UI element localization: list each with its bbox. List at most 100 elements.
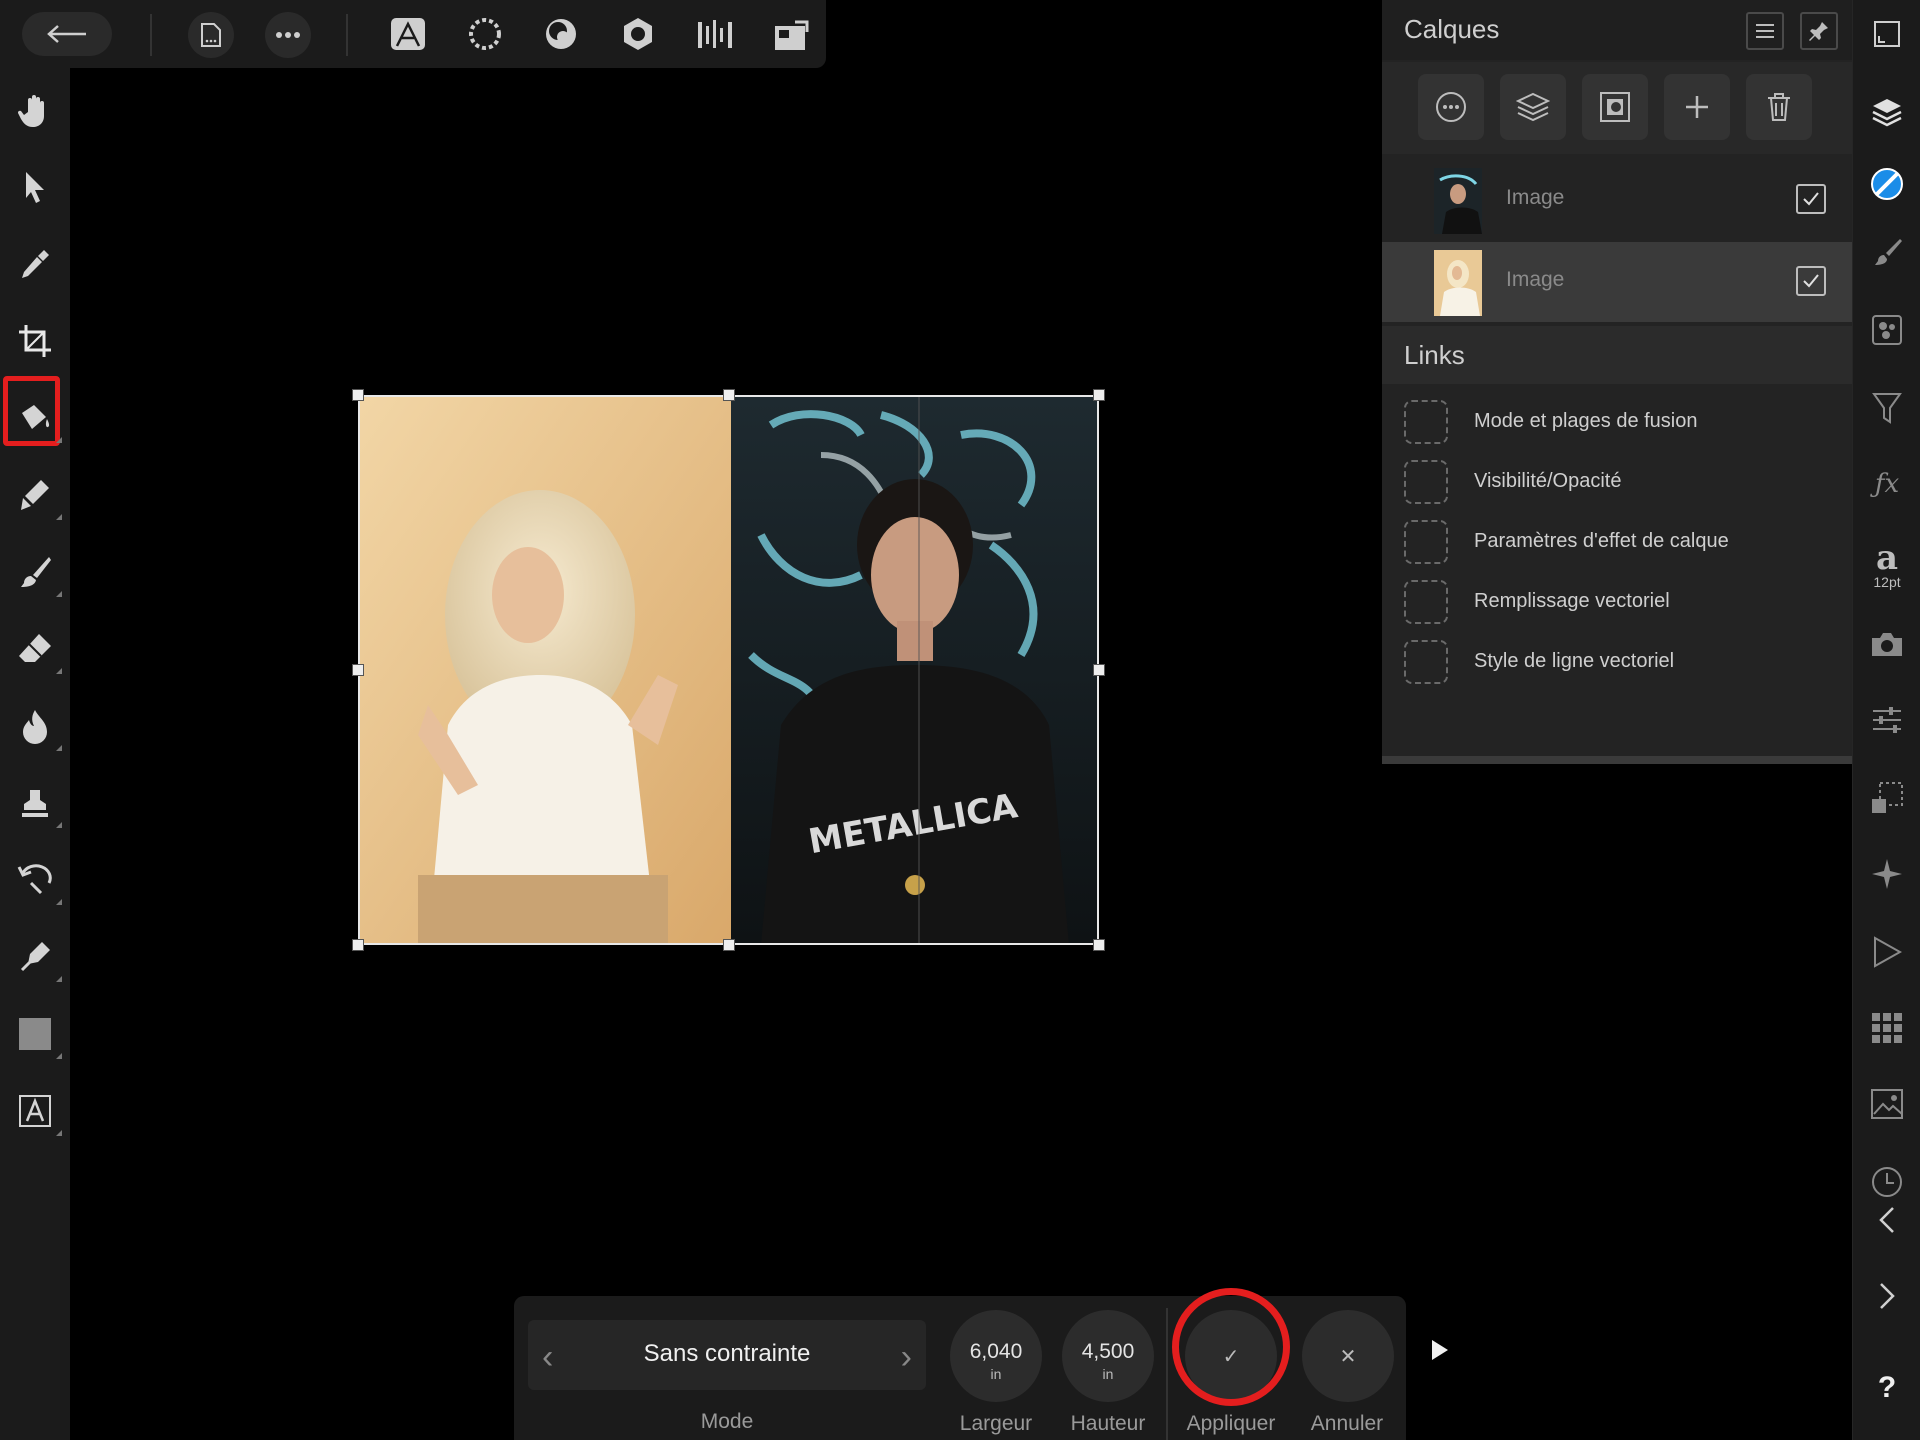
link-toggle[interactable] — [1404, 580, 1448, 624]
mask-layer-button[interactable] — [1582, 74, 1648, 140]
back-button[interactable] — [22, 12, 112, 56]
link-option[interactable]: Remplissage vectoriel — [1404, 578, 1844, 628]
paint-brush-tool[interactable] — [0, 537, 70, 607]
crop-handle-middle-right[interactable] — [1093, 664, 1105, 676]
panel-resize-handle[interactable] — [1382, 756, 1852, 764]
tone-mapping-persona-button[interactable] — [612, 14, 664, 54]
clone-tool[interactable] — [0, 768, 70, 838]
filters-studio-button[interactable] — [1853, 378, 1920, 438]
layer-thumbnail — [1434, 168, 1482, 234]
artistic-text-tool[interactable] — [0, 1076, 70, 1146]
text-styles-studio-button[interactable]: a 12pt — [1853, 530, 1920, 602]
mask-icon — [1600, 92, 1630, 122]
play-icon — [1432, 1340, 1448, 1360]
mode-label: Mode — [700, 1410, 754, 1433]
flood-fill-tool[interactable] — [0, 383, 70, 453]
link-option[interactable]: Mode et plages de fusion — [1404, 398, 1844, 448]
crop-context-toolbar: ‹ Sans contrainte › Mode 6,040 in Largeu… — [514, 1288, 1406, 1440]
back-arrow-icon — [47, 25, 86, 43]
link-option[interactable]: Style de ligne vectoriel — [1404, 638, 1844, 688]
apply-button-highlight — [1172, 1288, 1290, 1406]
color-wheel-icon — [1871, 168, 1903, 200]
delete-layer-button[interactable] — [1746, 74, 1812, 140]
stock-studio-button[interactable] — [1853, 614, 1920, 674]
trash-icon — [1768, 93, 1790, 121]
crop-handle-bottom-right[interactable] — [1093, 939, 1105, 951]
hand-tool[interactable] — [0, 75, 70, 145]
layers-studio-button[interactable] — [1853, 82, 1920, 142]
layers-panel-title: Calques — [1404, 14, 1500, 44]
crop-handle-bottom-left[interactable] — [352, 939, 364, 951]
image-studio-button[interactable] — [1853, 1074, 1920, 1134]
layers-stack-icon — [1516, 92, 1550, 122]
undo-brush-tool[interactable] — [0, 845, 70, 915]
document-canvas[interactable]: METALLICA — [352, 389, 1105, 951]
mode-selector[interactable]: ‹ Sans contrainte › — [528, 1320, 926, 1390]
context-toolbar-expand-button[interactable] — [1426, 1332, 1454, 1368]
studio-layout-button[interactable] — [766, 14, 818, 54]
checkmark-icon — [1803, 274, 1819, 288]
link-toggle[interactable] — [1404, 400, 1448, 444]
layer-visibility-checkbox[interactable] — [1796, 266, 1826, 296]
expand-right-button[interactable] — [1853, 1266, 1920, 1326]
crop-handle-top-right[interactable] — [1093, 389, 1105, 401]
macro-studio-button[interactable] — [1853, 922, 1920, 982]
layer-thumbnail — [1434, 250, 1482, 316]
fullscreen-button[interactable] — [1853, 4, 1920, 64]
link-toggle[interactable] — [1404, 520, 1448, 564]
pen-tool[interactable] — [0, 922, 70, 992]
layer-row-selected[interactable]: Image — [1382, 242, 1852, 322]
adjustments-studio-button[interactable] — [1853, 300, 1920, 360]
crop-tool[interactable] — [0, 306, 70, 376]
width-field[interactable]: 6,040 in — [950, 1310, 1042, 1402]
develop-persona-button[interactable] — [535, 14, 587, 54]
crop-handle-top-center[interactable] — [723, 389, 735, 401]
height-field[interactable]: 4,500 in — [1062, 1310, 1154, 1402]
document-button[interactable] — [188, 12, 234, 58]
transform-icon — [1872, 782, 1903, 813]
compass-icon — [1872, 859, 1902, 889]
color-picker-tool[interactable] — [0, 229, 70, 299]
navigator-studio-button[interactable] — [1853, 844, 1920, 904]
transform-studio-button[interactable] — [1853, 768, 1920, 828]
export-persona-button[interactable] — [689, 14, 741, 54]
collapse-left-button[interactable] — [1853, 1190, 1920, 1250]
liquify-persona-button[interactable] — [459, 14, 511, 54]
effects-studio-button[interactable]: ƒx — [1853, 454, 1920, 514]
layer-row[interactable]: Image — [1382, 160, 1852, 240]
panel-pin-button[interactable] — [1800, 12, 1838, 50]
erase-brush-tool[interactable] — [0, 614, 70, 684]
library-studio-button[interactable] — [1853, 998, 1920, 1058]
export-persona-icon — [698, 20, 732, 48]
selection-brush-tool[interactable] — [0, 460, 70, 530]
photo-persona-button[interactable] — [382, 14, 434, 54]
crop-frame[interactable] — [358, 395, 1099, 945]
cancel-button[interactable]: ✕ — [1302, 1310, 1394, 1402]
link-option[interactable]: Visibilité/Opacité — [1404, 458, 1844, 508]
link-option[interactable]: Paramètres d'effet de calque — [1404, 518, 1844, 568]
more-button[interactable] — [265, 12, 311, 58]
add-layer-button[interactable] — [1664, 74, 1730, 140]
sliders-studio-button[interactable] — [1853, 690, 1920, 750]
link-toggle[interactable] — [1404, 460, 1448, 504]
layer-stack-button[interactable] — [1500, 74, 1566, 140]
crop-handle-top-left[interactable] — [352, 389, 364, 401]
crop-handle-bottom-center[interactable] — [723, 939, 735, 951]
color-studio-button[interactable] — [1853, 154, 1920, 214]
crop-handle-middle-left[interactable] — [352, 664, 364, 676]
layer-options-button[interactable] — [1418, 74, 1484, 140]
brushes-studio-button[interactable] — [1853, 222, 1920, 282]
pen-nib-icon — [20, 942, 50, 972]
burn-dodge-tool[interactable] — [0, 691, 70, 761]
layer-visibility-checkbox[interactable] — [1796, 184, 1826, 214]
chevron-right-icon[interactable]: › — [901, 1338, 912, 1377]
move-tool[interactable] — [0, 152, 70, 222]
checkmark-icon — [1803, 192, 1819, 206]
help-button[interactable]: ? — [1853, 1358, 1920, 1418]
tools-panel — [0, 68, 70, 1440]
rectangle-tool[interactable] — [0, 999, 70, 1069]
link-toggle[interactable] — [1404, 640, 1448, 684]
undo-brush-icon — [17, 864, 52, 895]
panel-menu-button[interactable] — [1746, 12, 1784, 50]
flame-icon — [23, 710, 47, 744]
